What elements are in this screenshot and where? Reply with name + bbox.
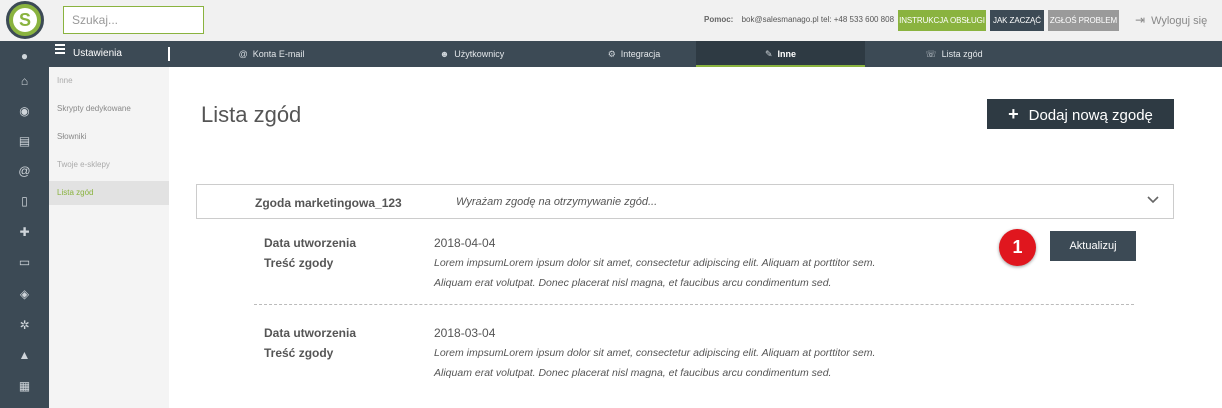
menu-icon	[55, 42, 65, 56]
consent-name: Zgoda marketingowa_123	[255, 196, 402, 210]
eye-icon: ◉	[19, 104, 30, 118]
subnav-item-custom-scripts[interactable]: Skrypty dedykowane	[49, 97, 169, 121]
sidebar-mobile[interactable]: ▯	[0, 186, 49, 216]
settings-title-label: Ustawienia	[73, 48, 122, 59]
sidebar-contacts[interactable]: ▤	[0, 126, 49, 156]
sidebar-settings[interactable]: ✲	[0, 310, 49, 340]
tab-integration[interactable]: ⚙ Integracja	[572, 41, 696, 67]
search-input[interactable]	[63, 6, 204, 34]
subnav-item-dictionaries[interactable]: Słowniki	[49, 125, 169, 149]
sidebar-monitoring[interactable]: ◉	[0, 96, 49, 126]
users-icon: ☻	[439, 49, 450, 59]
tab-other[interactable]: ✎ Inne	[696, 41, 865, 67]
sidebar-add-user[interactable]: ✚	[0, 217, 49, 247]
created-value: 2018-03-04	[434, 326, 496, 340]
settings-subnav: Inne Skrypty dedykowane Słowniki Twoje e…	[49, 67, 169, 408]
subnav-item-e-shops: Twoje e-sklepy	[57, 160, 110, 169]
home-icon: ⌂	[20, 74, 29, 88]
created-label: Data utworzenia	[264, 326, 357, 340]
calendar-icon: ▦	[18, 379, 31, 393]
help-info: Pomoc: bok@salesmanago.pl tel: +48 533 6…	[704, 15, 894, 24]
settings-nav: Ustawienia @ Konta E-mail ☻ Użytkownicy ⚙ I…	[49, 41, 1222, 67]
user-icon: ●	[20, 49, 29, 63]
content-label: Treść zgody	[264, 346, 334, 360]
content-text-line1: Lorem impsumLorem ipsum dolor sit amet, …	[434, 257, 876, 269]
help-contact[interactable]: bok@salesmanago.pl tel: +48 533 600 808	[742, 15, 894, 24]
contact-card-icon: ▤	[18, 134, 31, 148]
at-icon: @	[18, 164, 31, 178]
sidebar-email[interactable]: @	[0, 156, 49, 186]
add-user-icon: ✚	[19, 225, 30, 239]
add-consent-label: Dodaj nową zgodę	[1028, 107, 1153, 124]
sidebar-reports[interactable]: ▲	[0, 340, 49, 370]
wrench-icon: ✎	[764, 49, 773, 59]
tab-email-accounts[interactable]: @ Konta E-mail	[171, 41, 372, 67]
mobile-icon: ▯	[21, 194, 28, 208]
report-problem-button[interactable]: ZGŁOŚ PROBLEM	[1048, 10, 1119, 31]
page-title: Lista zgód	[201, 102, 302, 127]
tab-label: Integracja	[620, 49, 661, 59]
getting-started-button[interactable]: JAK ZACZĄĆ	[990, 10, 1044, 31]
content-label: Treść zgody	[264, 256, 334, 270]
chevron-down-icon[interactable]	[1146, 193, 1160, 207]
tab-label: Inne	[777, 49, 797, 59]
tab-consent-list[interactable]: ☏ Lista zgód	[865, 41, 1043, 67]
tab-label: Lista zgód	[941, 49, 983, 59]
instructions-button[interactable]: INSTRUKCJA OBSŁUGI	[898, 10, 986, 31]
add-consent-button[interactable]: + Dodaj nową zgodę	[987, 99, 1174, 129]
settings-title[interactable]: Ustawienia	[55, 41, 122, 67]
update-button[interactable]: Aktualizuj	[1050, 231, 1136, 261]
sidebar-users[interactable]: ◈	[0, 279, 49, 309]
users-icon: ◈	[19, 287, 30, 301]
sidebar-home[interactable]: ⌂	[0, 66, 49, 96]
chart-icon: ▲	[18, 348, 31, 362]
handshake-icon: ☏	[925, 49, 937, 59]
content-text-line1: Lorem impsumLorem ipsum dolor sit amet, …	[434, 347, 876, 359]
subnav-item-other: Inne	[57, 76, 73, 85]
sidebar-laptop[interactable]: ▭	[0, 247, 49, 277]
logout-icon: ⇥	[1135, 13, 1146, 27]
tab-label: Konta E-mail	[252, 49, 305, 59]
nav-divider	[168, 47, 170, 61]
callout-badge: 1	[999, 229, 1036, 266]
at-icon: @	[238, 49, 248, 59]
entry-divider	[254, 304, 1134, 305]
created-label: Data utworzenia	[264, 236, 357, 250]
cogs-icon: ⚙	[607, 49, 616, 59]
created-value: 2018-04-04	[434, 236, 496, 250]
sidebar-calendar[interactable]: ▦	[0, 371, 49, 401]
plus-icon: +	[1008, 104, 1019, 124]
tab-label: Użytkownicy	[454, 49, 505, 59]
logo-letter: S	[13, 8, 37, 32]
tab-users[interactable]: ☻ Użytkownicy	[372, 41, 572, 67]
content-text-line2: Aliquam erat volutpat. Donec placerat ni…	[434, 277, 832, 289]
logo[interactable]: S	[6, 1, 44, 39]
cogs-icon: ✲	[19, 318, 30, 332]
help-label: Pomoc:	[704, 15, 734, 24]
subnav-item-consent-list[interactable]: Lista zgód	[49, 181, 169, 205]
logout-label: Wyloguj się	[1151, 15, 1208, 27]
consent-preview: Wyrażam zgodę na otrzymywanie zgód...	[456, 196, 658, 208]
laptop-icon: ▭	[18, 255, 31, 269]
consent-accordion-header[interactable]: Zgoda marketingowa_123 Wyrażam zgodę na …	[196, 184, 1174, 219]
content-text-line2: Aliquam erat volutpat. Donec placerat ni…	[434, 367, 832, 379]
icon-sidebar: ● ⌂ ◉ ▤ @ ▯ ✚ ▭ ◈ ✲ ▲ ▦	[0, 41, 49, 408]
top-bar: S Pomoc: bok@salesmanago.pl tel: +48 533…	[0, 0, 1222, 41]
logout-link[interactable]: ⇥ Wyloguj się	[1135, 13, 1207, 27]
